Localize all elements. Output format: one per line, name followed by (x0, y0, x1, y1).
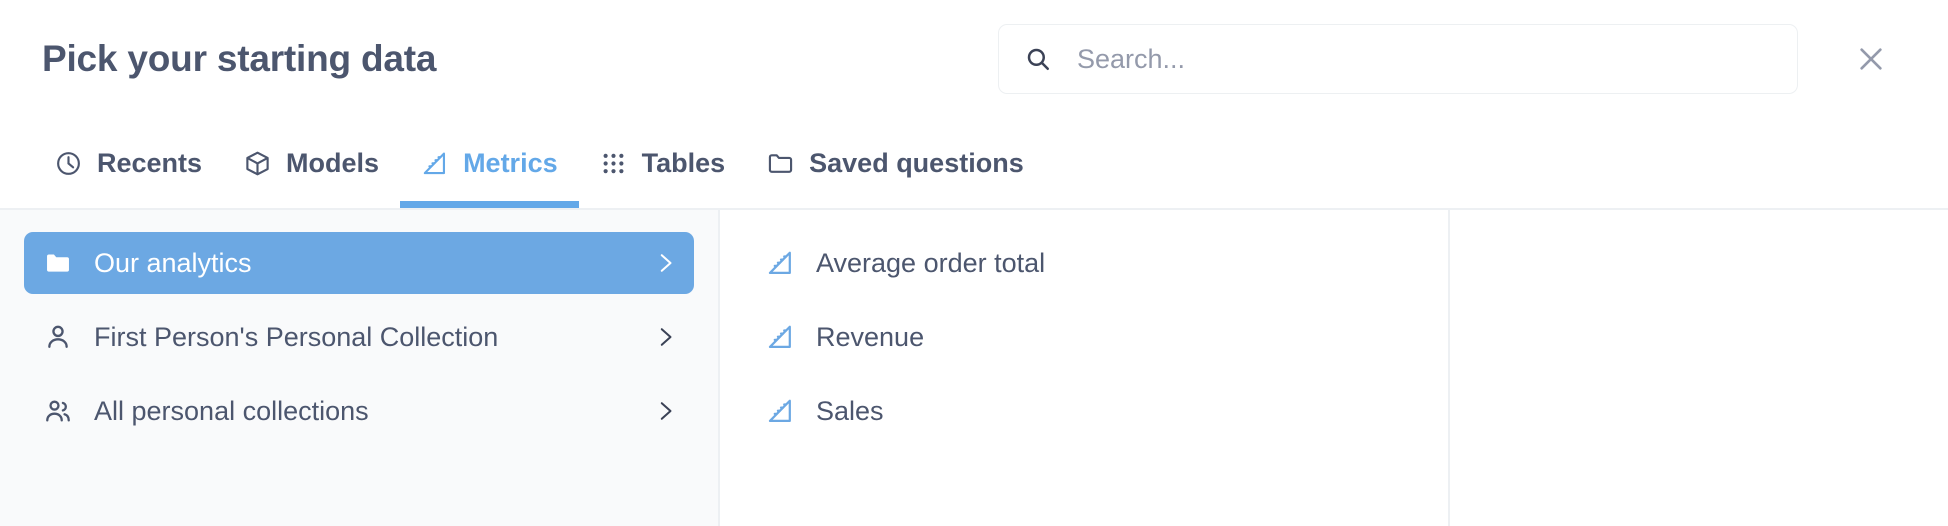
collection-label: Our analytics (94, 247, 252, 278)
person-icon (48, 325, 68, 348)
tab-recents[interactable]: Recents (34, 118, 223, 208)
folder-icon (768, 153, 793, 173)
tab-saved-questions[interactable]: Saved questions (746, 118, 1045, 208)
collection-row-our-analytics[interactable]: Our analytics (24, 232, 694, 294)
metric-label: Revenue (816, 321, 925, 352)
metric-row-revenue[interactable]: Revenue (720, 306, 1448, 368)
tab-metrics[interactable]: Metrics (400, 118, 579, 208)
tab-label: Tables (641, 147, 726, 178)
metric-icon (768, 399, 791, 423)
folder-icon (47, 254, 69, 272)
metric-icon (423, 152, 446, 174)
search-box[interactable] (998, 24, 1798, 94)
modal-header: Pick your starting data (0, 0, 1948, 118)
tab-tables[interactable]: Tables (579, 118, 747, 208)
collection-label: All personal collections (94, 395, 369, 426)
tab-models[interactable]: Models (223, 118, 400, 208)
metric-label: Sales (816, 395, 884, 426)
metric-icon (768, 325, 791, 349)
items-column: Average order total Revenue Sales (720, 210, 1450, 526)
collection-row-first-person-personal-collection[interactable]: First Person's Personal Collection (24, 306, 694, 368)
metric-label: Average order total (816, 247, 1046, 278)
tab-label: Models (286, 147, 380, 178)
metric-row-average-order-total[interactable]: Average order total (720, 232, 1448, 294)
close-button[interactable] (1844, 32, 1898, 86)
chevron-right-icon (660, 254, 672, 272)
chevron-right-icon (660, 402, 672, 420)
search-input[interactable] (1077, 25, 1771, 93)
close-icon (1860, 48, 1882, 70)
grid-icon (603, 153, 624, 173)
clock-icon (57, 151, 80, 175)
collection-label: First Person's Personal Collection (94, 321, 499, 352)
detail-column (1450, 210, 1948, 526)
metric-icon (768, 251, 791, 275)
collection-row-all-personal-collections[interactable]: All personal collections (24, 380, 694, 442)
people-icon (46, 400, 70, 422)
collections-column: Our analytics First Person's Personal Co… (0, 210, 720, 526)
tab-label: Recents (97, 147, 203, 178)
metric-row-sales[interactable]: Sales (720, 380, 1448, 442)
tab-label: Saved questions (809, 147, 1024, 178)
page-title: Pick your starting data (42, 38, 437, 79)
tab-bar: Recents Models Metrics Tables Saved ques… (0, 118, 1948, 208)
tab-label: Metrics (463, 147, 558, 178)
search-icon (1027, 48, 1049, 70)
cube-icon (246, 151, 269, 175)
picker-columns: Our analytics First Person's Personal Co… (0, 208, 1948, 526)
chevron-right-icon (660, 328, 672, 346)
data-picker-modal: Pick your starting data Recents (0, 0, 1948, 526)
